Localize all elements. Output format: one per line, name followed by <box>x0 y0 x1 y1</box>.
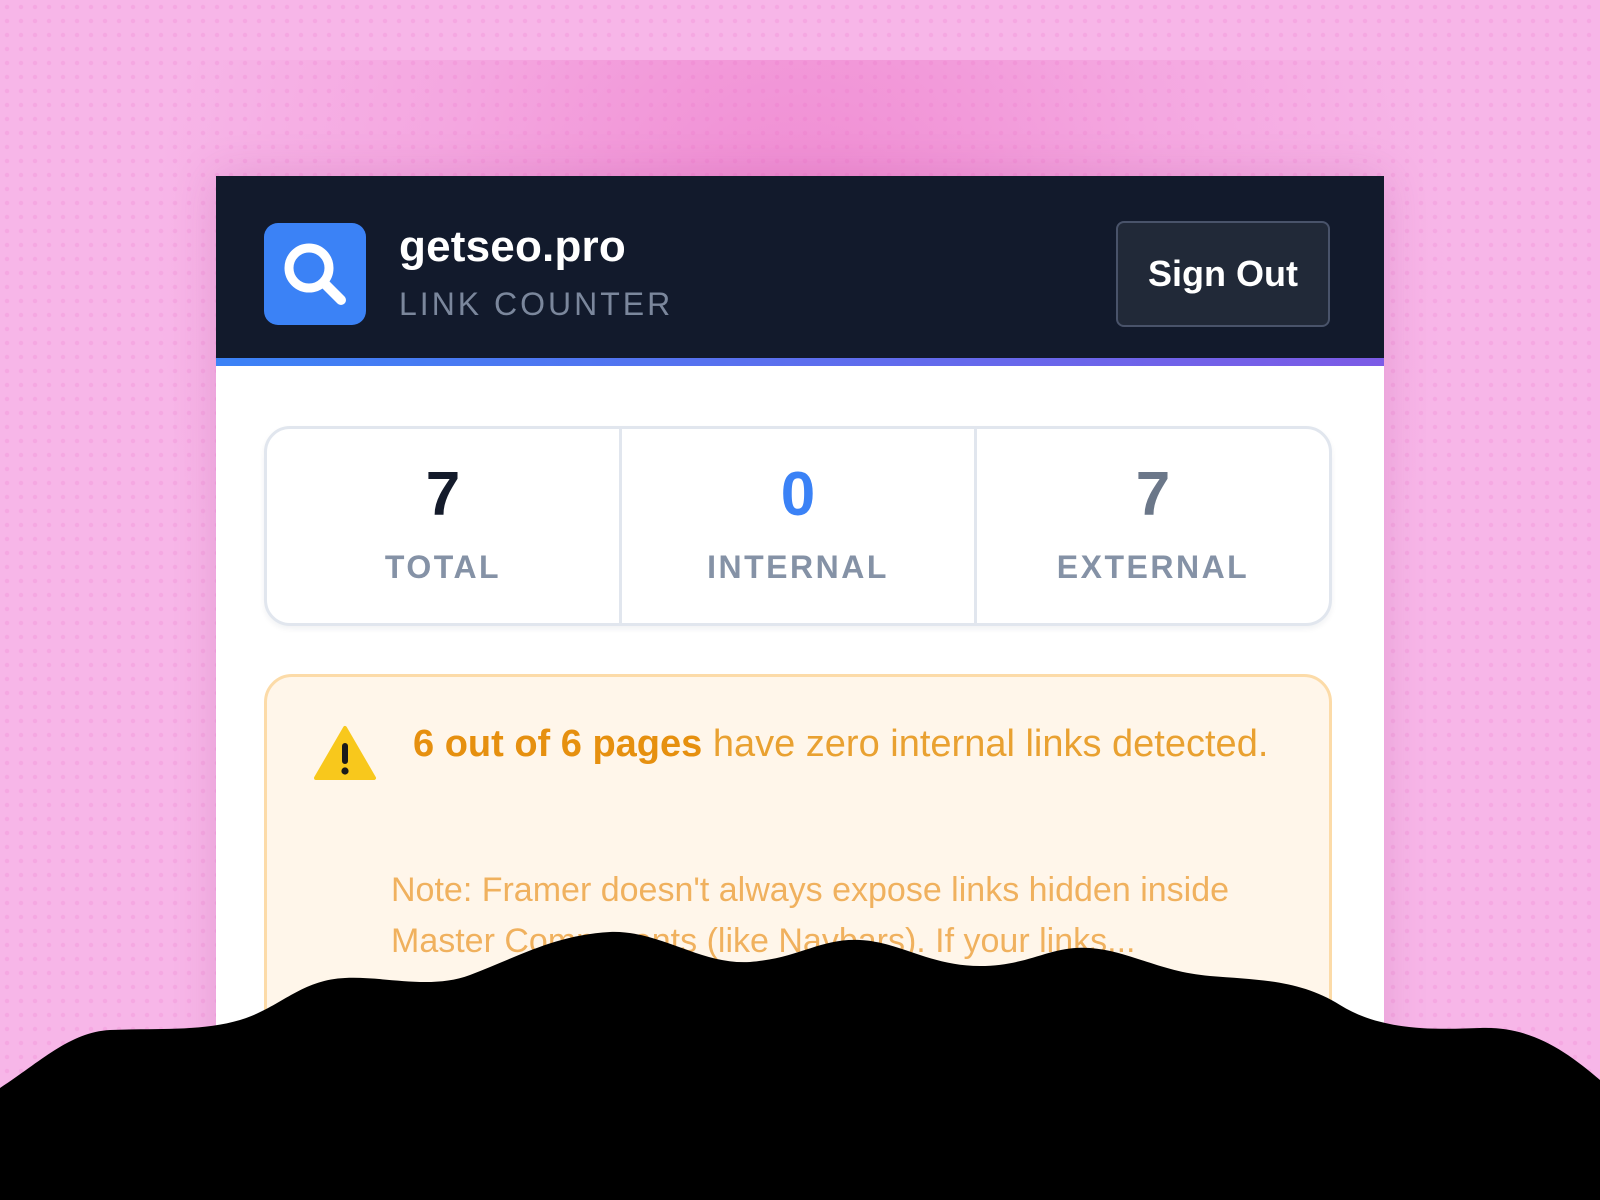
torn-edge-overlay <box>0 931 1600 1200</box>
